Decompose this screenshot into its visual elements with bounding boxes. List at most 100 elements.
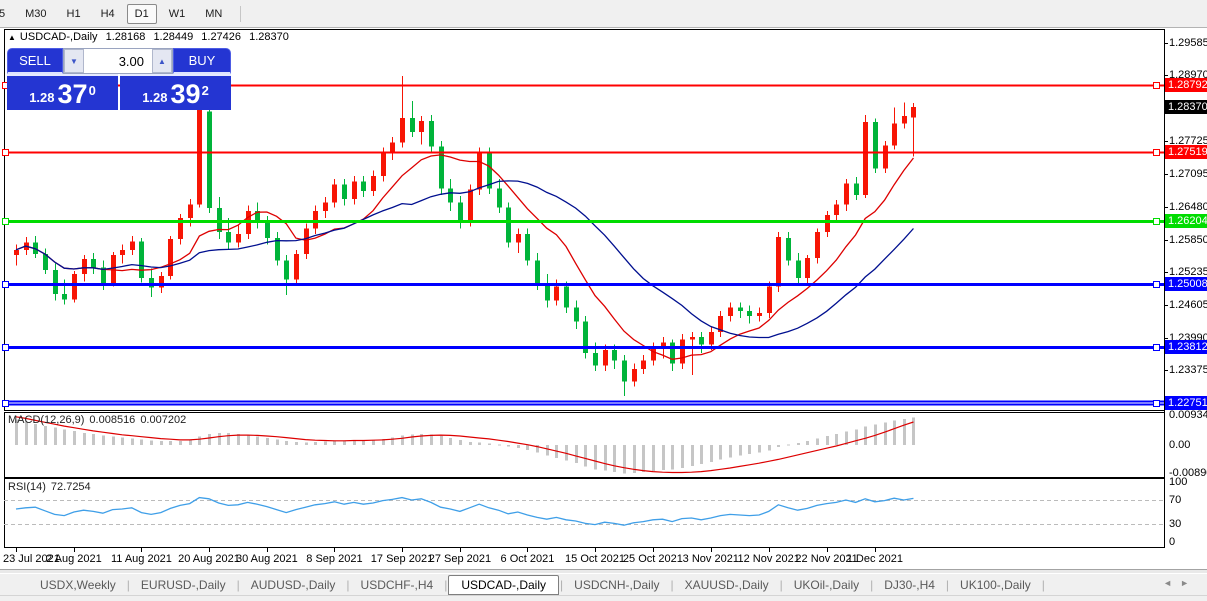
- candle-body: [226, 231, 231, 243]
- macd-histogram-bar: [768, 445, 771, 451]
- line-handle[interactable]: [1153, 218, 1160, 225]
- candle-body: [265, 222, 270, 239]
- macd-histogram-bar: [324, 441, 327, 445]
- line-handle[interactable]: [2, 218, 9, 225]
- macd-histogram-bar: [498, 444, 501, 446]
- line-handle[interactable]: [1153, 281, 1160, 288]
- line-handle[interactable]: [2, 400, 9, 407]
- line-handle[interactable]: [2, 281, 9, 288]
- macd-histogram-bar: [218, 432, 221, 445]
- candle-body: [612, 349, 617, 361]
- macd-histogram-bar: [517, 445, 520, 449]
- macd-histogram-bar: [121, 437, 124, 445]
- candle-body: [911, 107, 916, 118]
- candle-body: [834, 204, 839, 215]
- chart-tab-usdcad-daily[interactable]: USDCAD-,Daily: [448, 574, 560, 595]
- date-tick-label: 11 Aug 2021: [110, 553, 172, 565]
- volume-decrease-button[interactable]: ▼: [64, 49, 84, 73]
- macd-histogram-bar: [652, 445, 655, 471]
- macd-histogram-bar: [92, 434, 95, 445]
- candle-body: [641, 360, 646, 369]
- one-click-trading-panel: SELL ▼ 3.00 ▲ BUY 1.28 37 0 1.28 39 2: [7, 48, 231, 110]
- status-bar: [0, 595, 1207, 601]
- timeframe-button-m30[interactable]: M30: [17, 4, 54, 24]
- macd-axis-label: 0.009345: [1169, 409, 1207, 421]
- candle-body: [622, 360, 627, 382]
- macd-histogram-bar: [440, 436, 443, 445]
- line-handle[interactable]: [1153, 344, 1160, 351]
- chart-tab-eurusd-daily[interactable]: EURUSD-,Daily: [131, 576, 236, 594]
- chart-tab-ukoil-daily[interactable]: UKOil-,Daily: [784, 576, 869, 594]
- candle-body: [516, 233, 521, 243]
- rsi-line: [15, 496, 914, 526]
- macd-histogram-bar: [719, 445, 722, 460]
- chart-tab-usdcnh-daily[interactable]: USDCNH-,Daily: [564, 576, 669, 594]
- candle-body: [545, 284, 550, 301]
- macd-histogram-bar: [333, 440, 336, 445]
- chart-tab-xauusd-daily[interactable]: XAUUSD-,Daily: [675, 576, 779, 594]
- candle-body: [361, 181, 366, 191]
- timeframe-button-w1[interactable]: W1: [161, 4, 194, 24]
- macd-histogram-bar: [700, 445, 703, 465]
- macd-histogram-bar: [208, 434, 211, 445]
- chart-tab-audusd-daily[interactable]: AUDUSD-,Daily: [241, 576, 346, 594]
- date-axis[interactable]: 23 Jul 2021 2 Aug 2021 11 Aug 2021 20 Aug 2…: [0, 548, 1164, 569]
- line-handle[interactable]: [2, 344, 9, 351]
- tab-separator: |: [670, 577, 674, 592]
- price-axis[interactable]: 1.29585 1.28970 1.27725 1.27095 1.26480 1.258…: [1165, 0, 1207, 601]
- candle-body: [91, 259, 96, 268]
- buy-button[interactable]: BUY: [173, 48, 231, 74]
- tab-scroll-arrows[interactable]: ◄►: [1163, 578, 1197, 588]
- sell-button[interactable]: SELL: [7, 48, 63, 74]
- timeframe-button-5[interactable]: 5: [0, 4, 13, 24]
- macd-histogram-bar: [691, 445, 694, 467]
- volume-increase-button[interactable]: ▲: [152, 49, 172, 73]
- macd-histogram-bar: [227, 433, 230, 445]
- line-handle[interactable]: [1153, 82, 1160, 89]
- candle-body: [757, 312, 762, 317]
- candle-body: [352, 181, 357, 200]
- macd-histogram-bar: [256, 436, 259, 445]
- collapse-icon[interactable]: ▲: [8, 33, 16, 42]
- macd-histogram-bar: [662, 445, 665, 470]
- chart-tab-usdx-weekly[interactable]: USDX,Weekly: [30, 576, 126, 594]
- candle-body: [593, 353, 598, 366]
- tab-separator: |: [1041, 577, 1045, 592]
- macd-histogram-bar: [748, 445, 751, 454]
- chart-tab-dj30-h4[interactable]: DJ30-,H4: [874, 576, 945, 594]
- macd-histogram-bar: [266, 437, 269, 445]
- ohlc-open: 1.28168: [105, 31, 146, 43]
- chart-header[interactable]: ▲ USDCAD-,Daily 1.28168 1.28449 1.27426 1…: [8, 31, 294, 43]
- sell-price-prefix: 1.28: [29, 90, 55, 105]
- line-handle[interactable]: [1153, 400, 1160, 407]
- macd-histogram-bar: [777, 445, 780, 448]
- macd-histogram-bar: [526, 445, 529, 451]
- candle-body: [738, 307, 743, 311]
- candle-body: [82, 259, 87, 274]
- line-handle[interactable]: [1153, 149, 1160, 156]
- timeframe-button-mn[interactable]: MN: [197, 4, 230, 24]
- buy-price-sup: 2: [201, 83, 209, 98]
- candle-body: [149, 278, 154, 288]
- buy-price-display[interactable]: 1.28 39 2: [120, 74, 231, 110]
- timeframe-button-d1[interactable]: D1: [126, 3, 157, 24]
- tab-scroll-left-icon[interactable]: ◄: [1163, 578, 1180, 588]
- candle-body: [680, 339, 685, 364]
- line-handle[interactable]: [2, 149, 9, 156]
- volume-input[interactable]: 3.00: [84, 49, 152, 73]
- macd-histogram-bar: [681, 445, 684, 469]
- macd-histogram-bar: [73, 431, 76, 445]
- chart-tab-usdchf-h4[interactable]: USDCHF-,H4: [351, 576, 444, 594]
- macd-histogram-bar: [83, 432, 86, 445]
- timeframe-button-h1[interactable]: H1: [59, 4, 89, 24]
- macd-histogram-bar: [140, 439, 143, 445]
- candle-body: [468, 189, 473, 222]
- chart-tab-uk100-daily[interactable]: UK100-,Daily: [950, 576, 1041, 594]
- timeframe-button-h4[interactable]: H4: [93, 4, 123, 24]
- candle-body: [690, 337, 695, 340]
- macd-histogram-bar: [295, 442, 298, 445]
- tab-scroll-right-icon[interactable]: ►: [1180, 578, 1197, 588]
- sell-price-display[interactable]: 1.28 37 0: [7, 74, 118, 110]
- candle-body: [275, 238, 280, 261]
- macd-histogram-bar: [314, 442, 317, 445]
